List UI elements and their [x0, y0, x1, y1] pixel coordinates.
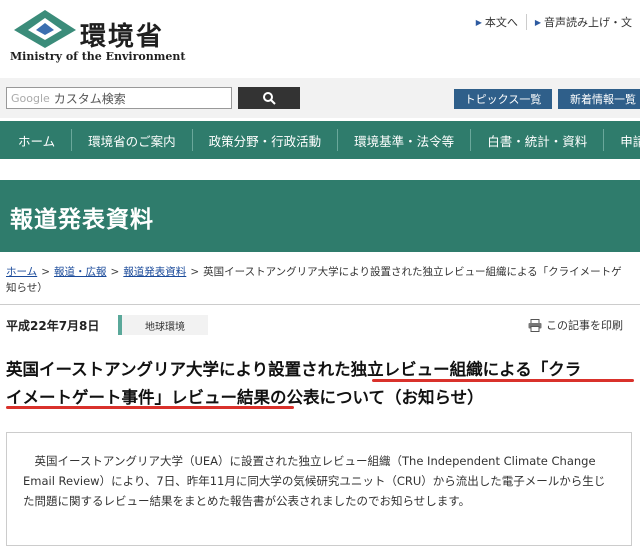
logo-japanese-text: 環境省: [80, 22, 165, 52]
nav-item-whitepaper[interactable]: 白書・統計・資料: [471, 129, 605, 151]
triangle-right-icon: ▶: [534, 17, 541, 27]
article-summary-box: 英国イーストアングリア大学（UEA）に設置された独立レビュー組織（The Ind…: [6, 432, 632, 546]
search-button[interactable]: [238, 87, 300, 109]
skip-to-content-label: 本文へ: [484, 16, 518, 29]
voice-readout-link[interactable]: ▶ 音声読み上げ・文: [525, 14, 640, 30]
breadcrumb-separator: >: [41, 266, 50, 278]
ministry-logo-icon: [14, 10, 76, 48]
nav-item-application[interactable]: 申請: [604, 129, 640, 151]
utility-links: ▶ 本文へ ▶ 音声読み上げ・文: [468, 14, 640, 30]
nav-item-policy[interactable]: 政策分野・行政活動: [193, 129, 339, 151]
search-icon: [263, 92, 276, 105]
skip-to-content-link[interactable]: ▶ 本文へ: [468, 14, 526, 30]
news-list-button[interactable]: 新着情報一覧: [558, 89, 640, 109]
breadcrumb-current-cont: 知らせ）: [6, 282, 48, 294]
breadcrumb-press-link[interactable]: 報道・広報: [54, 266, 107, 278]
breadcrumb-home-link[interactable]: ホーム: [6, 266, 37, 278]
search-bar-row: Google カスタム検索 トピックス一覧 新着情報一覧: [0, 78, 640, 118]
breadcrumb-current: 英国イーストアングリア大学により設置された独立レビュー組織による「クライメートゲ: [203, 266, 622, 278]
nav-item-standards[interactable]: 環境基準・法令等: [338, 129, 472, 151]
divider: [0, 304, 640, 305]
highlight-underline-1: [372, 379, 634, 382]
triangle-right-icon: ▶: [475, 17, 482, 27]
breadcrumb: ホーム > 報道・広報 > 報道発表資料 > 英国イーストアングリア大学により設置された独立…: [6, 264, 640, 296]
page-banner: 報道発表資料: [0, 180, 640, 252]
search-placeholder: カスタム検索: [53, 91, 126, 106]
article-body-text: 英国イーストアングリア大学（UEA）に設置された独立レビュー組織（The Ind…: [23, 454, 606, 508]
article-headline: 英国イーストアングリア大学により設置された独立レビュー組織による「クラ イメート…: [6, 356, 634, 412]
highlight-underline-2: [6, 406, 294, 409]
release-date: 平成22年7月8日: [6, 319, 100, 333]
breadcrumb-separator: >: [110, 266, 120, 278]
nav-item-about[interactable]: 環境省のご案内: [72, 129, 193, 151]
site-logo[interactable]: 環境省 Ministry of the Environment: [8, 8, 185, 68]
print-article-link[interactable]: この記事を印刷: [528, 317, 623, 333]
topics-list-button[interactable]: トピックス一覧: [454, 89, 552, 109]
logo-english-text: Ministry of the Environment: [10, 50, 186, 63]
nav-item-home[interactable]: ホーム: [0, 129, 73, 151]
page-title: 報道発表資料: [10, 207, 154, 233]
search-input[interactable]: Google カスタム検索: [6, 87, 232, 109]
printer-icon: [528, 318, 542, 332]
print-label: この記事を印刷: [546, 319, 623, 332]
google-watermark: Google: [11, 91, 50, 105]
breadcrumb-releases-link[interactable]: 報道発表資料: [123, 266, 186, 278]
global-nav: ホーム 環境省のご案内 政策分野・行政活動 環境基準・法令等 白書・統計・資料 …: [0, 121, 640, 159]
category-badge: 地球環境: [118, 315, 208, 335]
voice-readout-label: 音声読み上げ・文: [544, 16, 632, 29]
breadcrumb-separator: >: [190, 266, 200, 278]
